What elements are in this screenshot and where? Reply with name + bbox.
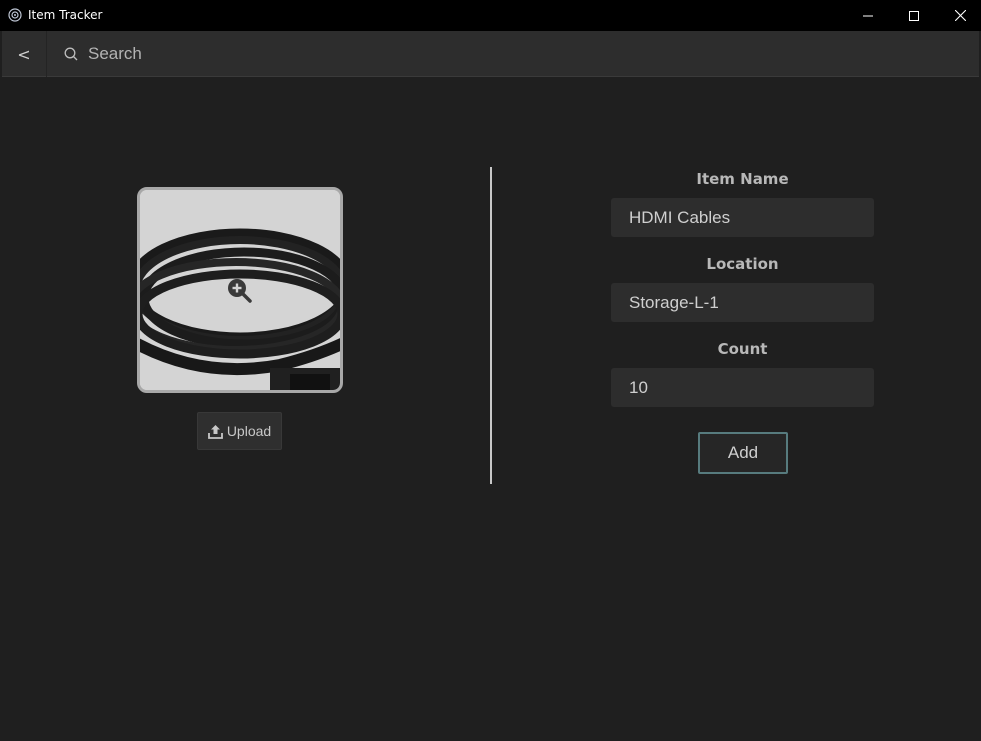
back-button[interactable]: <: [2, 31, 47, 77]
zoom-in-icon[interactable]: [227, 278, 253, 304]
upload-label: Upload: [226, 423, 272, 439]
search-icon: [64, 47, 78, 61]
gear-icon: [8, 8, 22, 22]
count-label: Count: [717, 340, 768, 358]
location-label: Location: [706, 255, 779, 273]
count-field[interactable]: [611, 368, 874, 407]
upload-button[interactable]: Upload: [197, 412, 282, 450]
search-input[interactable]: [88, 39, 968, 69]
item-name-field[interactable]: [611, 198, 874, 237]
close-button[interactable]: [937, 0, 981, 31]
search-bar: <: [2, 31, 979, 77]
minimize-icon: [863, 11, 873, 21]
maximize-icon: [909, 10, 919, 21]
item-name-label: Item Name: [696, 170, 789, 188]
add-button[interactable]: Add: [698, 432, 788, 474]
item-image[interactable]: [137, 187, 343, 393]
vertical-divider: [490, 167, 492, 484]
maximize-button[interactable]: [891, 0, 937, 31]
title-bar: Item Tracker: [0, 0, 981, 31]
app-window: Item Tracker < Search Upload Item Name H…: [0, 0, 981, 741]
minimize-button[interactable]: [845, 0, 891, 31]
location-field[interactable]: [611, 283, 874, 322]
window-title: Item Tracker: [28, 8, 103, 22]
close-icon: [954, 10, 966, 21]
upload-icon: [207, 424, 223, 439]
